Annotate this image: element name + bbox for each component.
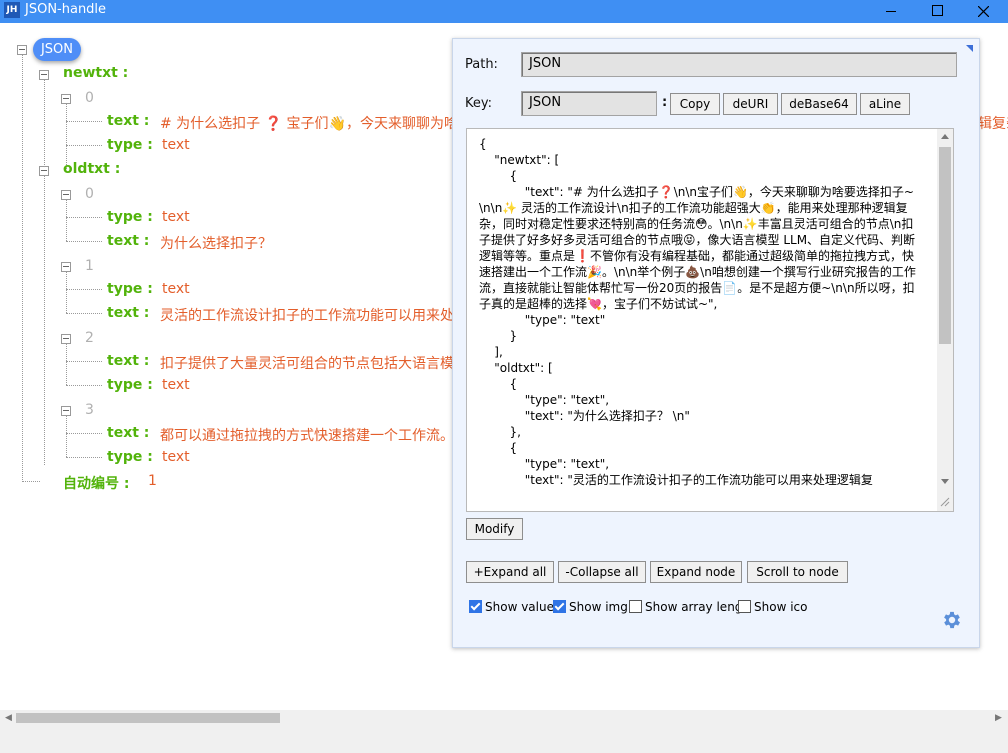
scroll-to-node-button[interactable]: Scroll to node [747, 561, 848, 583]
collapse-toggle-oldtxt-3[interactable] [61, 406, 71, 416]
value-type[interactable]: text [162, 209, 190, 225]
collapse-all-button[interactable]: -Collapse all [558, 561, 646, 583]
value-type[interactable]: text [162, 281, 190, 297]
key-type[interactable]: type : [107, 449, 153, 465]
key-text[interactable]: text : [107, 113, 149, 129]
scroll-right-icon[interactable]: ▶ [995, 713, 1002, 723]
index-newtxt-0[interactable]: 0 [85, 90, 94, 106]
key-type[interactable]: type : [107, 209, 153, 225]
collapse-toggle-root[interactable] [17, 45, 27, 55]
value-text[interactable]: 为什么选择扣子？ [160, 233, 272, 253]
status-bar [0, 726, 1008, 753]
copy-button[interactable]: Copy [670, 93, 720, 115]
show-value-label: Show value [485, 600, 554, 614]
editor-scrollbar-thumb[interactable] [939, 147, 951, 344]
path-label: Path: [465, 57, 498, 72]
collapse-toggle-newtxt[interactable] [39, 70, 49, 80]
key-colon: : [662, 95, 668, 110]
collapse-toggle-newtxt-0[interactable] [61, 94, 71, 104]
show-value-checkbox[interactable]: Show value [469, 600, 554, 614]
value-text-overflow: 辑复杂 [978, 116, 1008, 132]
maximize-icon[interactable] [914, 0, 960, 23]
scroll-left-icon[interactable]: ◀ [5, 713, 12, 723]
json-editor[interactable]: { "newtxt": [ { "text": "# 为什么选扣子❓\n\n宝子… [466, 128, 954, 512]
window-title: JSON-handle [25, 2, 107, 17]
key-newtxt[interactable]: newtxt : [63, 65, 128, 81]
close-icon[interactable] [960, 0, 1006, 23]
expand-node-button[interactable]: Expand node [650, 561, 742, 583]
value-text[interactable]: 扣子提供了大量灵活可组合的节点包括大语言模 [160, 353, 454, 373]
value-type[interactable]: text [162, 377, 190, 393]
key-text[interactable]: text : [107, 305, 149, 321]
key-text[interactable]: text : [107, 425, 149, 441]
debase64-button[interactable]: deBase64 [781, 93, 857, 115]
path-field[interactable]: JSON [521, 52, 957, 77]
key-text[interactable]: text : [107, 233, 149, 249]
minimize-icon[interactable] [868, 0, 914, 23]
key-field[interactable]: JSON [521, 91, 657, 116]
index-oldtxt-3[interactable]: 3 [85, 402, 94, 418]
checkbox-checked-icon[interactable] [553, 600, 566, 613]
deuri-button[interactable]: deURI [723, 93, 778, 115]
collapse-toggle-oldtxt[interactable] [39, 166, 49, 176]
value-text[interactable]: # 为什么选扣子 ❓ 宝子们👋，今天来聊聊为啥 [160, 113, 458, 133]
json-editor-text[interactable]: { "newtxt": [ { "text": "# 为什么选扣子❓\n\n宝子… [479, 136, 919, 488]
node-detail-panel: Path: JSON Key: JSON : Copy deURI deBase… [452, 38, 980, 648]
show-array-length-checkbox[interactable]: Show array leng [629, 600, 742, 614]
show-ico-checkbox[interactable]: Show ico [738, 600, 807, 614]
expand-all-button[interactable]: +Expand all [466, 561, 554, 583]
index-oldtxt-2[interactable]: 2 [85, 330, 94, 346]
collapse-toggle-oldtxt-0[interactable] [61, 190, 71, 200]
value-text[interactable]: 都可以通过拖拉拽的方式快速搭建一个工作流。 [160, 425, 454, 445]
key-oldtxt[interactable]: oldtxt : [63, 161, 120, 177]
key-label: Key: [465, 96, 493, 111]
title-bar: JH JSON-handle [0, 0, 1008, 23]
index-oldtxt-1[interactable]: 1 [85, 258, 94, 274]
scroll-down-icon[interactable] [941, 479, 949, 485]
key-type[interactable]: type : [107, 377, 153, 393]
key-type[interactable]: type : [107, 137, 153, 153]
root-node-badge[interactable]: JSON [33, 38, 81, 61]
value-text[interactable]: 灵活的工作流设计扣子的工作流功能可以用来处 [160, 305, 454, 325]
checkbox-unchecked-icon[interactable] [738, 600, 751, 613]
checkbox-unchecked-icon[interactable] [629, 600, 642, 613]
horizontal-scrollbar[interactable]: ◀ ▶ [0, 710, 1008, 726]
collapse-toggle-oldtxt-2[interactable] [61, 334, 71, 344]
key-auto-number[interactable]: 自动编号 : [63, 473, 129, 493]
show-img-label: Show img [569, 600, 628, 614]
aline-button[interactable]: aLine [860, 93, 910, 115]
value-type[interactable]: text [162, 449, 190, 465]
key-text[interactable]: text : [107, 353, 149, 369]
editor-scrollbar[interactable] [937, 129, 953, 511]
panel-corner-icon[interactable] [966, 45, 973, 52]
show-array-length-label: Show array leng [645, 600, 743, 614]
resize-grip-icon[interactable] [940, 497, 950, 507]
key-type[interactable]: type : [107, 281, 153, 297]
show-ico-label: Show ico [754, 600, 808, 614]
value-type[interactable]: text [162, 137, 190, 153]
scroll-up-icon[interactable] [941, 133, 949, 139]
collapse-toggle-oldtxt-1[interactable] [61, 262, 71, 272]
gear-icon[interactable] [941, 609, 963, 631]
index-oldtxt-0[interactable]: 0 [85, 186, 94, 202]
checkbox-checked-icon[interactable] [469, 600, 482, 613]
show-img-checkbox[interactable]: Show img [553, 600, 628, 614]
value-auto-number[interactable]: 1 [148, 473, 157, 489]
modify-button[interactable]: Modify [466, 518, 523, 540]
app-logo-icon: JH [4, 2, 20, 18]
horizontal-scrollbar-thumb[interactable] [16, 713, 280, 723]
